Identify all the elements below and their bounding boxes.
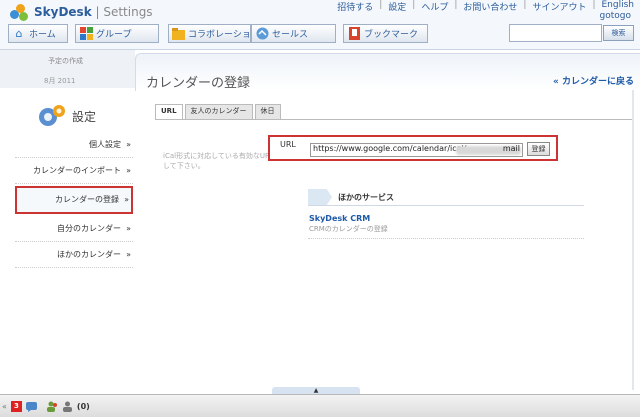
collaboration-icon [172, 27, 185, 41]
nav-bookmark-button[interactable]: ブックマーク [343, 24, 428, 43]
online-count: (0) [76, 401, 90, 411]
chevron-right-icon: » [126, 250, 131, 259]
settings-heading: 設定 [38, 104, 96, 128]
signout-link[interactable]: サインアウト [526, 0, 592, 13]
url-input[interactable]: https://www.google.com/calendar/ical/ ma… [310, 143, 523, 157]
nav-home-label: ホーム [29, 30, 56, 40]
sidebar-item-calendar-subscribe[interactable]: カレンダーの登録 » [15, 186, 133, 214]
sidebar-item-label: 個人設定 [89, 140, 121, 149]
sidebar-item-personal-settings[interactable]: 個人設定 » [15, 132, 133, 158]
skydesk-logo-icon [8, 2, 30, 22]
search-button[interactable]: 検索 [603, 25, 634, 41]
sidebar-item-my-calendars[interactable]: 自分のカレンダー » [15, 216, 133, 242]
nav-group-button[interactable]: グループ [75, 24, 159, 43]
tab-holidays[interactable]: 休日 [254, 104, 281, 119]
panel-toggle-handle[interactable]: ▲ [272, 387, 360, 394]
back-to-calendar-link[interactable]: « カレンダーに戻る [553, 74, 634, 87]
arrow-banner-icon [308, 189, 332, 205]
create-event-label[interactable]: 予定の作成 [48, 56, 83, 66]
tab-url[interactable]: URL [155, 104, 183, 119]
settings-title: 設定 [72, 109, 97, 124]
search-input[interactable] [509, 24, 602, 42]
chevron-right-icon: » [126, 140, 131, 149]
nav-home-button[interactable]: ⌂ ホーム [8, 24, 68, 43]
crm-description: CRMのカレンダーの登録 [309, 225, 388, 233]
sidebar-item-label: カレンダーの登録 [55, 195, 119, 204]
divider [308, 238, 584, 239]
other-services-title: ほかのサービス [338, 193, 394, 202]
page-title: カレンダーの登録 [146, 76, 251, 91]
month-label: 8月 2011 [44, 77, 76, 85]
sidebar-item-label: ほかのカレンダー [57, 250, 121, 259]
url-input-value: https://www.google.com/calendar/ical/ [313, 144, 467, 153]
main-header: カレンダーの登録 « カレンダーに戻る [135, 53, 640, 91]
username: gotogo [599, 11, 631, 21]
notification-icon[interactable]: 3 [10, 400, 22, 412]
nav-bookmark-label: ブックマーク [364, 30, 419, 40]
contacts-icon[interactable] [46, 401, 58, 412]
skydesk-crm-link[interactable]: SkyDesk CRM [309, 214, 370, 223]
chat-icon[interactable] [25, 401, 37, 412]
register-button[interactable]: 登録 [527, 142, 550, 156]
top-links: 招待する | 設定 | ヘルプ | お問い合わせ | サインアウト | English [331, 0, 634, 13]
chevron-right-icon: » [126, 166, 131, 175]
user-status-icon[interactable] [62, 401, 73, 412]
invite-link[interactable]: 招待する [331, 0, 379, 13]
nav-collaboration-label: コラボレーション [188, 30, 251, 40]
bookmark-icon [347, 27, 361, 41]
nav-sales-label: セールス [272, 30, 309, 40]
url-input-value-end: mail [502, 144, 520, 153]
content-border [632, 90, 634, 390]
notification-badge: 3 [10, 400, 22, 412]
chevron-right-icon: » [124, 195, 129, 204]
home-icon: ⌂ [15, 27, 23, 40]
sidebar-item-label: カレンダーのインポート [33, 166, 121, 175]
other-services-heading: ほかのサービス [308, 189, 584, 206]
group-icon [79, 27, 93, 41]
sidebar-item-calendar-import[interactable]: カレンダーのインポート » [15, 158, 133, 184]
sales-icon [255, 27, 269, 41]
url-label: URL [280, 140, 296, 149]
app-logo[interactable]: SkyDesk | Settings [8, 2, 153, 22]
gear-icon [38, 104, 66, 128]
collapse-icon[interactable]: « [2, 402, 7, 411]
chevron-right-icon: » [126, 224, 131, 233]
tab-divider [155, 119, 632, 120]
settings-link[interactable]: 設定 [382, 0, 412, 13]
app-name: SkyDesk [34, 5, 92, 19]
calendar-mini-strip: 予定の作成 8月 2011 [0, 50, 135, 88]
top-bar: SkyDesk | Settings 招待する | 設定 | ヘルプ | お問い合わせ… [0, 0, 640, 50]
settings-sidebar: 個人設定 » カレンダーのインポート » カレンダーの登録 » 自分のカレンダー… [15, 132, 133, 268]
contact-link[interactable]: お問い合わせ [457, 0, 523, 13]
help-link[interactable]: ヘルプ [415, 0, 454, 13]
bottom-bar: « 3 (0) [0, 394, 640, 417]
nav-collaboration-button[interactable]: コラボレーション [168, 24, 251, 43]
subscription-tabs: URL 友人のカレンダー 休日 [155, 104, 283, 119]
nav-sales-button[interactable]: セールス [251, 24, 336, 43]
url-form: URL https://www.google.com/calendar/ical… [268, 135, 558, 161]
tab-friends-calendar[interactable]: 友人のカレンダー [184, 104, 253, 119]
sidebar-item-label: 自分のカレンダー [57, 224, 121, 233]
sidebar-item-other-calendars[interactable]: ほかのカレンダー » [15, 242, 133, 268]
nav-group-label: グループ [96, 30, 132, 40]
app-section: Settings [103, 5, 153, 19]
